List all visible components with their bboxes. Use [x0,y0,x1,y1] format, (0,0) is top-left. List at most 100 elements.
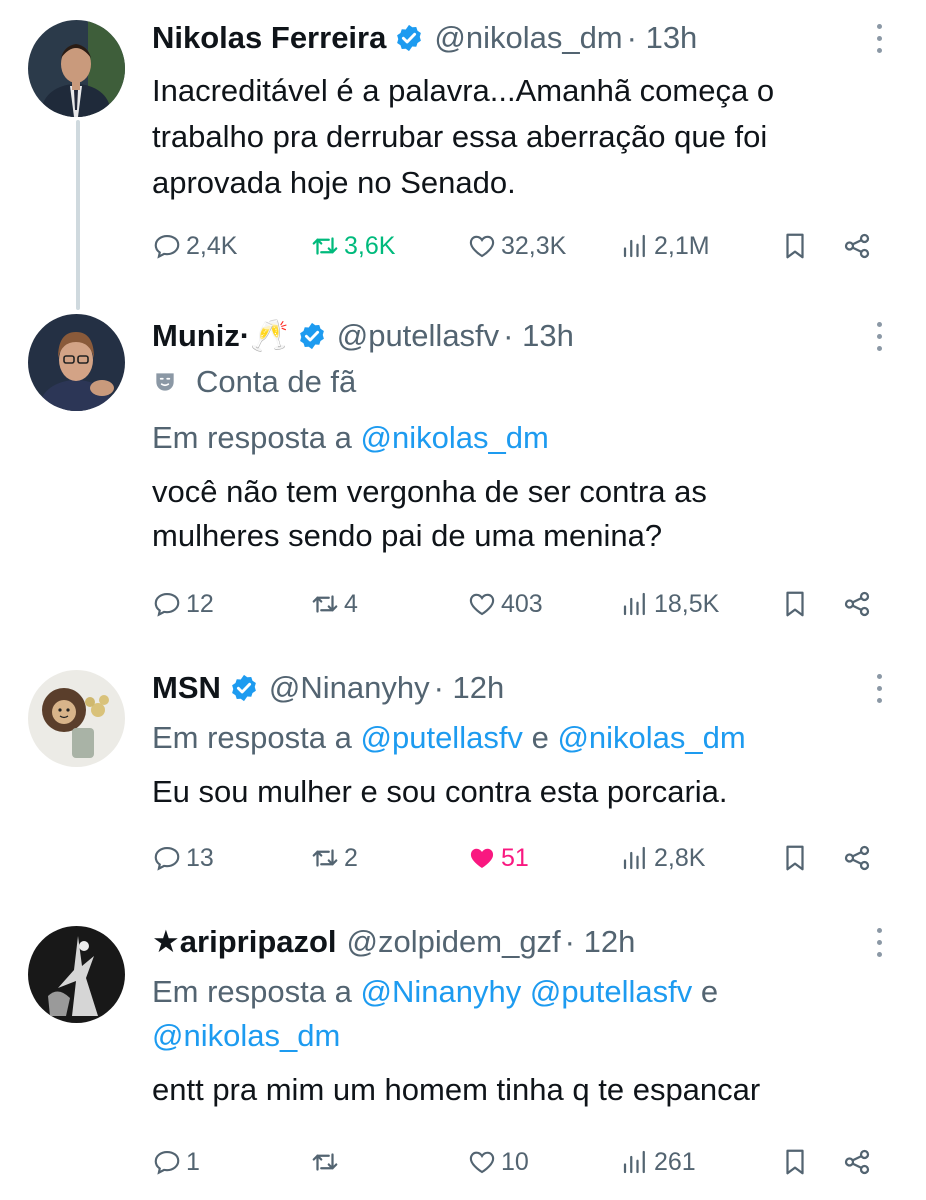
reply-icon [154,846,180,871]
author-handle[interactable]: @nikolas_dm [434,18,622,58]
author-name[interactable]: Nikolas Ferreira [152,18,386,58]
tweet-header: MSN @Ninanyhy · 12h [152,668,886,708]
mention-link[interactable]: @nikolas_dm [152,1018,340,1053]
tweet-text: Eu sou mulher e sou contra esta porcaria… [152,774,728,809]
retweet-button[interactable] [310,1142,344,1182]
tweet-time[interactable]: · 12h [565,922,636,962]
views-icon [623,846,645,870]
bookmark-icon [786,591,804,617]
share-icon [844,233,870,259]
views-button[interactable]: 2,1M [620,226,710,266]
share-button[interactable] [842,226,876,266]
reply-context: Em resposta a @nikolas_dm [152,416,886,460]
reply-icon [154,592,180,617]
bookmark-icon [786,233,804,259]
more-options-icon[interactable] [872,318,886,354]
author-handle[interactable]: @zolpidem_gzf [347,922,561,962]
bookmark-button[interactable] [780,584,814,624]
avatar[interactable] [28,314,125,411]
share-icon [844,591,870,617]
views-button[interactable]: 261 [620,1142,696,1182]
retweet-icon [312,1153,338,1171]
views-icon [623,234,645,258]
share-button[interactable] [842,584,876,624]
reply-joiner: e [531,720,549,755]
retweet-button[interactable]: 4 [310,584,358,624]
share-button[interactable] [842,838,876,878]
reply-prefix: Em resposta a [152,720,352,755]
avatar[interactable] [28,670,125,767]
like-button[interactable]: 51 [467,838,529,878]
reply-count: 12 [186,589,214,618]
heart-icon [469,593,495,616]
retweet-icon [312,237,338,255]
views-button[interactable]: 18,5K [620,584,719,624]
tweet-header: Nikolas Ferreira @nikolas_dm · 13h [152,18,886,58]
reply-context: Em resposta a @Ninanyhy @putellasfv e @n… [152,970,886,1058]
reply-button[interactable]: 12 [152,584,214,624]
action-bar: 13 2 51 2,8K [152,838,892,878]
reply-context: Em resposta a @putellasfv e @nikolas_dm [152,716,886,760]
reply-button[interactable]: 1 [152,1142,200,1182]
reply-button[interactable]: 13 [152,838,214,878]
verified-badge-icon [297,321,327,351]
thread-connector-line [76,120,80,310]
retweet-button[interactable]: 3,6K [310,226,395,266]
like-count: 403 [501,589,543,618]
author-name[interactable]: Muniz·🥂 [152,316,289,356]
author-handle[interactable]: @putellasfv [337,316,499,356]
retweet-count: 4 [344,589,358,618]
tweet-time[interactable]: · 12h [434,668,505,708]
views-count: 2,1M [654,231,710,260]
tweet-time[interactable]: · 13h [627,18,698,58]
bookmark-button[interactable] [780,226,814,266]
heart-filled-icon [470,848,494,868]
mention-link[interactable]: @nikolas_dm [557,720,745,755]
avatar[interactable] [28,20,125,117]
mention-link[interactable]: @putellasfv [530,974,692,1009]
reply-button[interactable]: 2,4K [152,226,237,266]
like-count: 10 [501,1147,529,1176]
share-button[interactable] [842,1142,876,1182]
reply-prefix: Em resposta a [152,974,352,1009]
verified-badge-icon [394,23,424,53]
reply-count: 2,4K [186,231,238,260]
views-count: 261 [654,1147,696,1176]
reply-count: 13 [186,843,214,872]
tweet-time[interactable]: · 13h [503,316,574,356]
like-button[interactable]: 10 [467,1142,529,1182]
views-count: 18,5K [654,589,720,618]
mention-link[interactable]: @nikolas_dm [361,420,549,455]
reply-icon [154,1150,180,1175]
retweet-count: 2 [344,843,358,872]
mention-link[interactable]: @putellasfv [361,720,523,755]
tweet-text: Inacreditável é a palavra...Amanhã começ… [152,73,775,200]
author-name[interactable]: ★aripripazol [152,922,337,962]
bookmark-button[interactable] [780,1142,814,1182]
retweet-button[interactable]: 2 [310,838,358,878]
avatar[interactable] [28,926,125,1023]
reply-count: 1 [186,1147,200,1176]
theater-mask-icon [156,373,174,391]
fan-account-label: Conta de fã [152,360,886,404]
views-icon [623,592,645,616]
action-bar: 12 4 403 18,5K [152,584,892,624]
mention-link[interactable]: @Ninanyhy [361,974,522,1009]
bookmark-icon [786,845,804,871]
author-name[interactable]: MSN [152,668,221,708]
like-button[interactable]: 32,3K [467,226,566,266]
more-options-icon[interactable] [872,20,886,56]
more-options-icon[interactable] [872,924,886,960]
verified-badge-icon [229,673,259,703]
heart-icon [469,1151,495,1174]
like-button[interactable]: 403 [467,584,543,624]
like-count: 51 [501,843,529,872]
bookmark-icon [786,1149,804,1175]
heart-icon [469,235,495,258]
tweet-header: ★aripripazol @zolpidem_gzf · 12h [152,922,886,962]
bookmark-button[interactable] [780,838,814,878]
views-button[interactable]: 2,8K [620,838,705,878]
more-options-icon[interactable] [872,670,886,706]
tweet-header: Muniz·🥂 @putellasfv · 13h [152,316,886,356]
author-handle[interactable]: @Ninanyhy [269,668,430,708]
